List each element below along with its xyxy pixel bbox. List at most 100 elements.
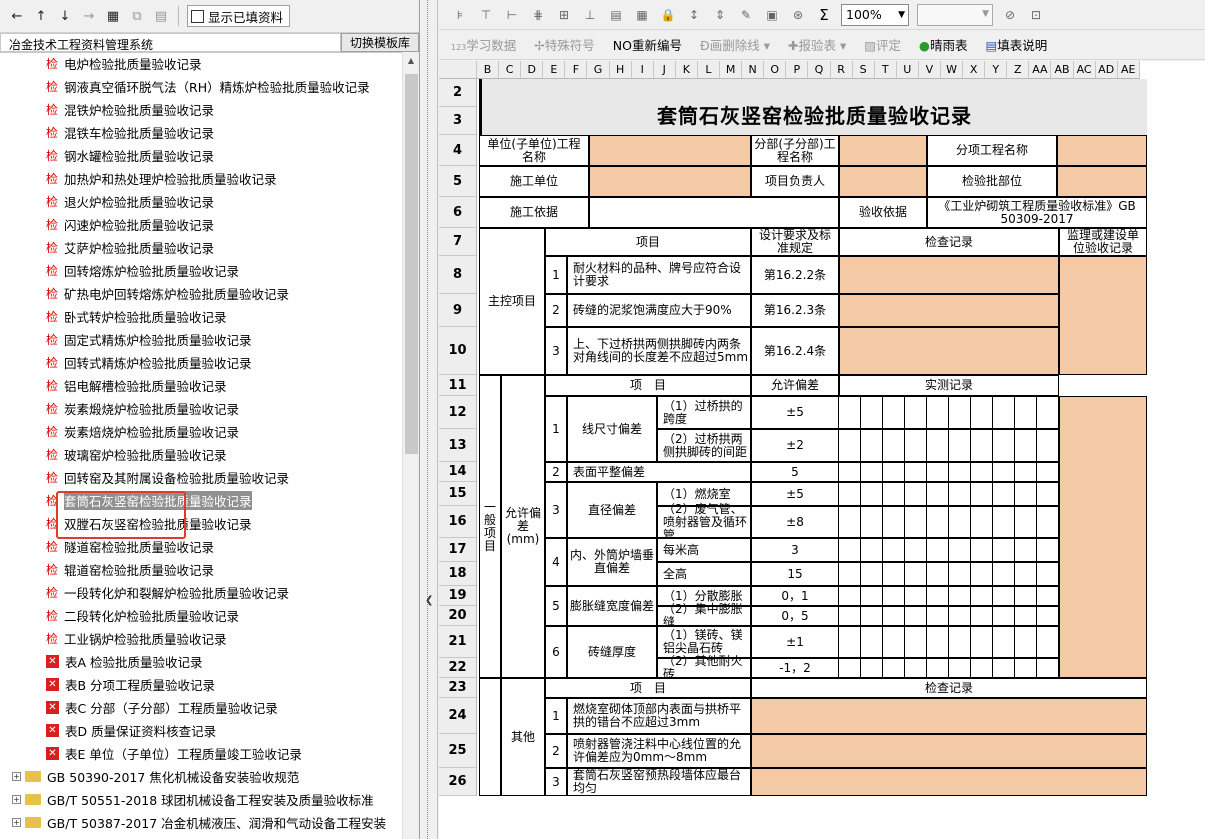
tree-item[interactable]: 检电炉检验批质量验收记录: [0, 52, 402, 75]
tree-item[interactable]: 检混铁炉检验批质量验收记录: [0, 98, 402, 121]
column-header[interactable]: AB: [1051, 61, 1074, 78]
add-table-icon[interactable]: ▦: [104, 7, 122, 25]
row-header[interactable]: 20: [439, 606, 476, 626]
column-header[interactable]: G: [587, 61, 610, 78]
tree-item[interactable]: 检一段转化炉和裂解炉检验批质量验收记录: [0, 581, 402, 604]
measure-grid[interactable]: [839, 482, 1059, 506]
column-header[interactable]: S: [853, 61, 875, 78]
tree-folder[interactable]: + GB/T 50551-2018 球团机械设备工程安装及质量验收标准: [0, 788, 402, 811]
row-header[interactable]: 21: [439, 626, 476, 658]
column-header[interactable]: H: [610, 61, 632, 78]
tree-item[interactable]: 检加热炉和热处理炉检验批质量验收记录: [0, 167, 402, 190]
col-width-icon[interactable]: ⇕: [711, 8, 729, 22]
tree-table-item[interactable]: ✕ 表B 分项工程质量验收记录: [0, 673, 402, 696]
column-header[interactable]: I: [632, 61, 654, 78]
row-header[interactable]: 8: [439, 256, 476, 294]
row-header[interactable]: 6: [439, 197, 476, 228]
align-top-icon[interactable]: ⊤: [477, 8, 495, 22]
measure-grid[interactable]: [839, 562, 1059, 586]
splitter[interactable]: ❮: [420, 0, 438, 839]
align-icon[interactable]: ⊧: [451, 8, 469, 22]
fill-icon[interactable]: ⊡: [1027, 8, 1045, 22]
measure-grid[interactable]: [839, 506, 1059, 538]
scroll-thumb[interactable]: [405, 74, 418, 454]
row-header[interactable]: 25: [439, 734, 476, 768]
down-arrow-icon[interactable]: ↓: [56, 7, 74, 25]
column-header[interactable]: Z: [1007, 61, 1030, 78]
table-icon[interactable]: ▦: [633, 8, 651, 22]
other-check-input[interactable]: [751, 698, 1147, 734]
tree-table-item[interactable]: ✕ 表A 检验批质量验收记录: [0, 650, 402, 673]
collapse-arrow-icon[interactable]: ❮: [425, 595, 433, 606]
explain-button[interactable]: ▤填表说明: [985, 35, 1047, 54]
column-header[interactable]: P: [786, 61, 809, 78]
column-header[interactable]: M: [720, 61, 743, 78]
row-header[interactable]: 3: [439, 107, 476, 135]
show-filled-checkbox[interactable]: 显示已填资料: [187, 5, 291, 27]
row-header[interactable]: 4: [439, 135, 476, 166]
row-height-icon[interactable]: ↕: [685, 8, 703, 22]
row-header[interactable]: 26: [439, 768, 476, 796]
column-header[interactable]: E: [543, 61, 566, 78]
row-header[interactable]: 14: [439, 462, 476, 482]
tree-item[interactable]: 检矿热电炉回转熔炼炉检验批质量验收记录: [0, 282, 402, 305]
evaluate-button[interactable]: ▨评定: [864, 35, 901, 54]
measure-grid[interactable]: [839, 658, 1059, 678]
column-header[interactable]: X: [963, 61, 986, 78]
column-header[interactable]: C: [499, 61, 522, 78]
tree-item[interactable]: 检炭素焙烧炉检验批质量验收记录: [0, 420, 402, 443]
column-header[interactable]: AD: [1096, 61, 1118, 78]
row-header[interactable]: 2: [439, 79, 476, 107]
column-header[interactable]: O: [764, 61, 787, 78]
row-header[interactable]: 17: [439, 538, 476, 562]
tree-item[interactable]: 检工业锅炉检验批质量验收记录: [0, 627, 402, 650]
tree-table-item[interactable]: ✕ 表D 质量保证资料核查记录: [0, 719, 402, 742]
column-header[interactable]: AA: [1029, 61, 1052, 78]
format-brush-icon[interactable]: ✎: [737, 8, 755, 22]
supervisor-input[interactable]: [1059, 256, 1147, 375]
row-header[interactable]: 12: [439, 396, 476, 429]
distribute-icon[interactable]: ⊞: [555, 8, 573, 22]
tree-item[interactable]: 检混铁车检验批质量验收记录: [0, 121, 402, 144]
row-header[interactable]: 5: [439, 166, 476, 197]
line-style-select[interactable]: [917, 3, 993, 26]
align-bottom-icon[interactable]: ⊥: [581, 8, 599, 22]
row-header[interactable]: 11: [439, 375, 476, 396]
expand-icon[interactable]: +: [12, 818, 21, 827]
unit-name-input[interactable]: [589, 135, 751, 166]
tree-scrollbar[interactable]: ▲: [402, 52, 419, 839]
column-header[interactable]: F: [565, 61, 588, 78]
tree-folder[interactable]: + GB 50390-2017 焦化机械设备安装验收规范: [0, 765, 402, 788]
tree-item[interactable]: 检回转熔炼炉检验批质量验收记录: [0, 259, 402, 282]
column-header[interactable]: U: [897, 61, 919, 78]
tree-item[interactable]: 检辊道窑检验批质量验收记录: [0, 558, 402, 581]
tree-item[interactable]: 检回转式精炼炉检验批质量验收记录: [0, 351, 402, 374]
up-arrow-icon[interactable]: ↑: [32, 7, 50, 25]
column-header[interactable]: R: [831, 61, 853, 78]
merge-icon[interactable]: ⋕: [529, 8, 547, 22]
part-input[interactable]: [1057, 166, 1147, 197]
row-header[interactable]: 16: [439, 506, 476, 538]
column-header[interactable]: Y: [985, 61, 1008, 78]
row-header[interactable]: 23: [439, 678, 476, 698]
row-header[interactable]: 10: [439, 327, 476, 375]
report-button[interactable]: ✚报验表 ▾: [788, 35, 846, 54]
check-input[interactable]: [839, 294, 1059, 327]
other-check-input[interactable]: [751, 768, 1147, 796]
column-header[interactable]: W: [941, 61, 964, 78]
sub-name-input[interactable]: [839, 135, 927, 166]
grid-icon[interactable]: ▤: [607, 8, 625, 22]
measure-grid[interactable]: [839, 626, 1059, 658]
column-header[interactable]: Q: [808, 61, 831, 78]
tree-item[interactable]: 检炭素煅烧炉检验批质量验收记录: [0, 397, 402, 420]
sigma-icon[interactable]: Σ: [815, 6, 833, 24]
tree-item[interactable]: 检卧式转炉检验批质量验收记录: [0, 305, 402, 328]
measure-grid[interactable]: [839, 586, 1059, 606]
copy-icon[interactable]: ⧉: [128, 7, 146, 25]
tree-item[interactable]: 检钢液真空循环脱气法（RH）精炼炉检验批质量验收记录: [0, 75, 402, 98]
border-icon[interactable]: ⊘: [1001, 8, 1019, 22]
measure-grid[interactable]: [839, 462, 1059, 482]
paste-icon[interactable]: ▤: [152, 7, 170, 25]
column-header[interactable]: L: [698, 61, 721, 78]
checkbox-box[interactable]: [191, 9, 204, 23]
